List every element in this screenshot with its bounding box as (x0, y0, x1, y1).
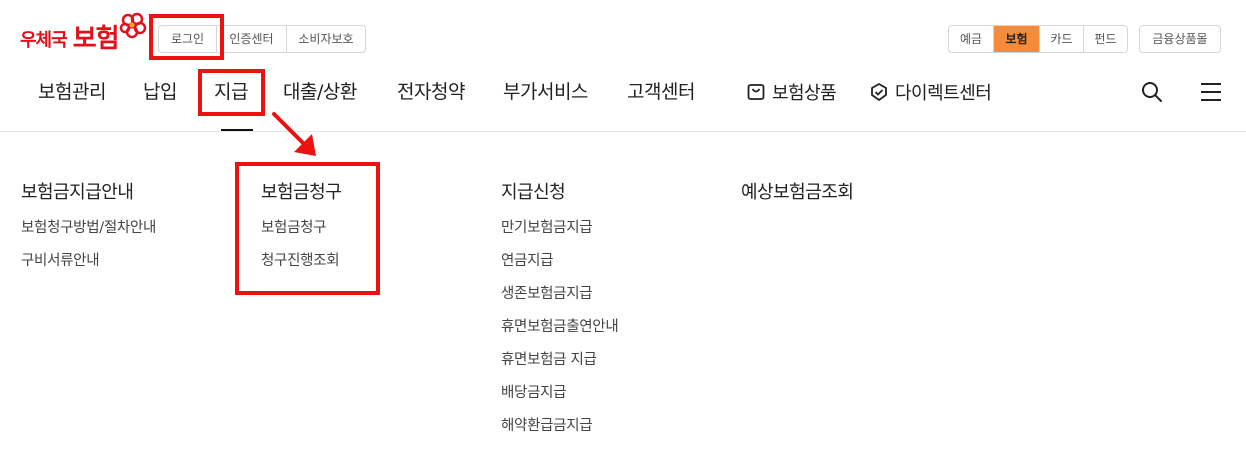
nav-e-subscription[interactable]: 전자청약 (397, 78, 465, 106)
nav-direct-center[interactable]: 다이렉트센터 (869, 78, 992, 106)
annotation-arrow-icon (272, 112, 316, 156)
menu-link-maturity-payment[interactable]: 만기보험금지급 (501, 218, 593, 238)
search-icon[interactable] (1140, 80, 1164, 104)
nav-insurance-management[interactable]: 보험관리 (38, 78, 106, 106)
menu-link-dividend-payment[interactable]: 배당금지급 (501, 383, 567, 403)
insurance-products-label: 보험상품 (772, 83, 837, 104)
annotation-box-insurance-claim (235, 162, 380, 295)
annotation-box-login (149, 14, 224, 60)
shield-check-icon (871, 83, 887, 101)
tab-card[interactable]: 카드 (1039, 26, 1083, 52)
certificate-center-button[interactable]: 인증센터 (216, 26, 286, 52)
nav-additional-services[interactable]: 부가서비스 (503, 78, 588, 106)
channel-tabs: 예금 보험 카드 펀드 (948, 25, 1128, 53)
logo-text-big: 보험 (72, 24, 120, 54)
menu-title-expected-benefit-inquiry[interactable]: 예상보험금조회 (741, 180, 854, 206)
menu-link-annuity-payment[interactable]: 연금지급 (501, 251, 553, 271)
logo[interactable]: 우체국 보험 (20, 12, 147, 58)
nav-payment[interactable]: 납입 (143, 78, 177, 106)
nav-insurance-products[interactable]: 보험상품 (746, 78, 837, 106)
logo-flower-icon (119, 12, 147, 39)
logo-text-small: 우체국 (20, 30, 68, 51)
menu-link-dormant-payment[interactable]: 휴면보험금 지급 (501, 350, 597, 370)
consumer-protection-button[interactable]: 소비자보호 (286, 26, 365, 52)
annotation-box-nav-claims (198, 69, 265, 116)
menu-title-payment-guide[interactable]: 보험금지급안내 (21, 180, 134, 206)
tab-fund[interactable]: 펀드 (1083, 26, 1127, 52)
menu-title-payment-request[interactable]: 지급신청 (501, 180, 566, 206)
nav-customer-center[interactable]: 고객센터 (627, 78, 695, 106)
menu-link-claim-procedure[interactable]: 보험청구방법/절차안내 (21, 218, 156, 238)
header-divider (0, 131, 1246, 132)
menu-link-survival-payment[interactable]: 생존보험금지급 (501, 284, 593, 304)
nav-loan-repayment[interactable]: 대출/상환 (283, 78, 357, 106)
financial-products-mall-button[interactable]: 금융상품몰 (1140, 26, 1220, 52)
menu-link-required-documents[interactable]: 구비서류안내 (21, 251, 100, 271)
shopping-bag-icon (747, 84, 765, 100)
menu-link-surrender-refund[interactable]: 해약환급금지급 (501, 416, 593, 436)
tab-savings[interactable]: 예금 (949, 26, 993, 52)
direct-center-label: 다이렉트센터 (895, 83, 992, 104)
hamburger-menu-icon[interactable] (1199, 80, 1223, 104)
menu-link-dormant-contribution-guide[interactable]: 휴면보험금출연안내 (501, 317, 619, 337)
financial-mall-group: 금융상품몰 (1139, 25, 1221, 53)
tab-insurance[interactable]: 보험 (993, 26, 1039, 52)
